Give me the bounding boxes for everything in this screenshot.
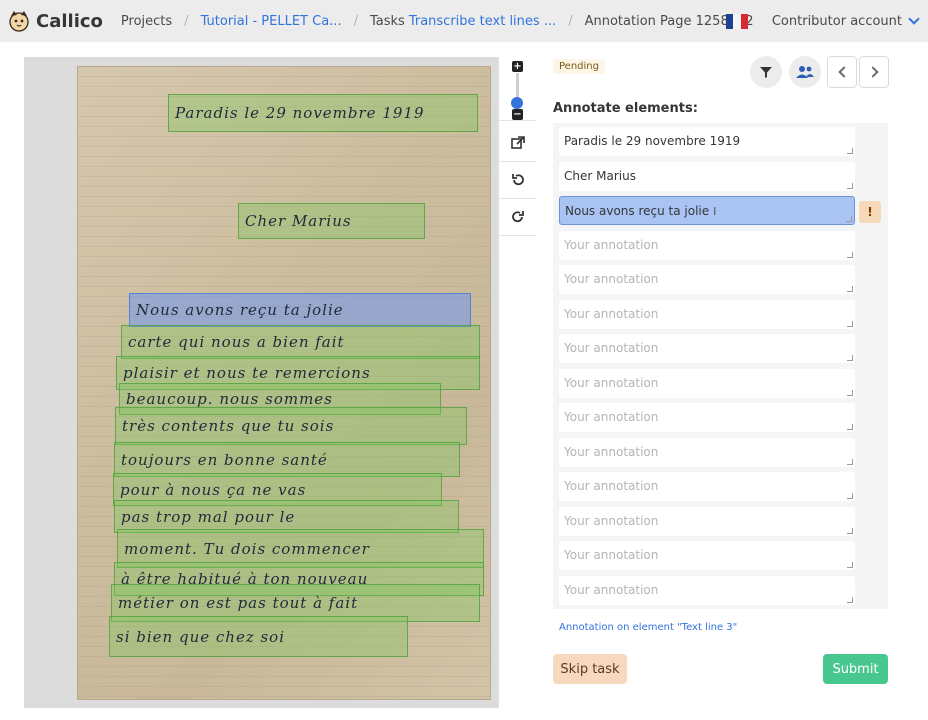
skip-task-button[interactable]: Skip task	[553, 654, 627, 684]
resize-grip-icon[interactable]	[847, 528, 853, 534]
annotation-placeholder: Your annotation	[564, 514, 659, 528]
annotation-input[interactable]: Cher Marius	[559, 162, 855, 191]
account-label: Contributor account	[771, 13, 902, 29]
rotate-right-icon[interactable]	[499, 199, 536, 236]
annotation-list: Paradis le 29 novembre 1919 Cher Marius …	[553, 123, 888, 609]
annotation-input[interactable]: Your annotation	[559, 369, 855, 398]
element-note[interactable]: Annotation on element "Text line 3"	[559, 622, 737, 633]
annotation-placeholder: Your annotation	[564, 272, 659, 286]
image-viewer[interactable]: Paradis le 29 novembre 1919 Cher Marius …	[24, 57, 535, 708]
open-external-icon[interactable]	[499, 125, 536, 162]
chevron-down-icon	[908, 13, 920, 25]
submit-button[interactable]: Submit	[823, 654, 888, 684]
breadcrumb-projects[interactable]: Projects	[121, 14, 172, 29]
zoom-slider[interactable]: + −	[499, 57, 536, 121]
text-line-box[interactable]: Paradis le 29 novembre 1919	[168, 94, 478, 132]
chevron-right-icon	[866, 66, 879, 78]
next-button[interactable]	[859, 56, 889, 88]
breadcrumb-tasks-label: Tasks	[369, 13, 405, 29]
resize-grip-icon[interactable]	[847, 562, 853, 568]
status-badge: Pending	[553, 59, 605, 74]
resize-grip-icon[interactable]	[847, 493, 853, 499]
resize-grip-icon[interactable]	[847, 459, 853, 465]
filter-button[interactable]	[750, 56, 782, 88]
annotation-input[interactable]: Your annotation	[559, 231, 855, 260]
annotation-input[interactable]: Your annotation	[559, 265, 855, 294]
annotation-input[interactable]: Your annotation	[559, 472, 855, 501]
viewer-toolbar: + −	[498, 57, 536, 708]
users-button[interactable]	[789, 56, 821, 88]
text-line-box[interactable]: si bien que chez soi	[109, 616, 408, 657]
zoom-out-icon[interactable]: −	[512, 109, 523, 120]
account-menu[interactable]: Contributor account	[771, 13, 920, 29]
annotation-input[interactable]: Your annotation	[559, 507, 855, 536]
text-line-box-selected[interactable]: Nous avons reçu ta jolie	[129, 293, 471, 327]
annotation-input-active[interactable]: Nous avons reçu ta jolie I	[559, 196, 855, 225]
resize-grip-icon[interactable]	[847, 252, 853, 258]
text-line-box[interactable]: carte qui nous a bien fait	[121, 325, 480, 359]
annotation-placeholder: Your annotation	[564, 307, 659, 321]
annotation-input[interactable]: Your annotation	[559, 300, 855, 329]
annotation-placeholder: Your annotation	[564, 583, 659, 597]
resize-grip-icon[interactable]	[847, 183, 853, 189]
resize-grip-icon[interactable]	[847, 424, 853, 430]
annotation-value: Paradis le 29 novembre 1919	[564, 134, 741, 148]
annotation-value: Nous avons reçu ta jolie	[565, 204, 710, 218]
annotation-input[interactable]: Your annotation	[559, 576, 855, 605]
annotation-input[interactable]: Your annotation	[559, 334, 855, 363]
document-image: Paradis le 29 novembre 1919 Cher Marius …	[77, 66, 491, 700]
callico-logo-icon	[8, 10, 30, 32]
annotation-placeholder: Your annotation	[564, 410, 659, 424]
annotation-input[interactable]: Your annotation	[559, 438, 855, 467]
top-navbar: Callico Projects / Tutorial - PELLET Ca.…	[0, 0, 928, 42]
brand[interactable]: Callico	[8, 0, 103, 42]
chevron-left-icon	[837, 66, 850, 78]
resize-grip-icon[interactable]	[847, 355, 853, 361]
french-flag-icon[interactable]	[725, 13, 748, 29]
text-line-box[interactable]: toujours en bonne santé	[114, 442, 460, 477]
annotate-heading: Annotate elements:	[553, 101, 698, 116]
resize-grip-icon[interactable]	[847, 597, 853, 603]
zoom-handle[interactable]	[511, 97, 523, 109]
breadcrumb-task[interactable]: Transcribe text lines ...	[409, 14, 556, 29]
filter-icon	[760, 67, 772, 78]
annotation-value: Cher Marius	[564, 169, 636, 183]
annotation-placeholder: Your annotation	[564, 376, 659, 390]
text-cursor-icon: I	[713, 205, 717, 218]
previous-button[interactable]	[827, 56, 857, 88]
resize-grip-icon[interactable]	[847, 286, 853, 292]
text-line-box[interactable]: très contents que tu sois	[115, 407, 467, 445]
annotation-placeholder: Your annotation	[564, 479, 659, 493]
breadcrumb-separator: /	[568, 13, 573, 29]
brand-name: Callico	[36, 10, 103, 32]
breadcrumb-project[interactable]: Tutorial - PELLET Ca...	[201, 14, 342, 29]
annotation-input[interactable]: Paradis le 29 novembre 1919	[559, 127, 855, 156]
resize-grip-icon[interactable]	[847, 321, 853, 327]
users-icon	[796, 66, 814, 78]
text-line-box[interactable]: Cher Marius	[238, 203, 425, 239]
annotation-placeholder: Your annotation	[564, 238, 659, 252]
resize-grip-icon[interactable]	[846, 216, 852, 222]
resize-grip-icon[interactable]	[847, 390, 853, 396]
annotation-input[interactable]: Your annotation	[559, 403, 855, 432]
warning-icon[interactable]: !	[859, 201, 881, 223]
annotation-placeholder: Your annotation	[564, 445, 659, 459]
breadcrumb-separator: /	[353, 13, 358, 29]
annotation-placeholder: Your annotation	[564, 548, 659, 562]
annotation-input[interactable]: Your annotation	[559, 541, 855, 570]
breadcrumb-separator: /	[184, 13, 189, 29]
annotation-placeholder: Your annotation	[564, 341, 659, 355]
zoom-in-icon[interactable]: +	[512, 61, 523, 72]
resize-grip-icon[interactable]	[847, 148, 853, 154]
breadcrumb: Projects / Tutorial - PELLET Ca... / Tas…	[121, 14, 754, 29]
rotate-left-icon[interactable]	[499, 162, 536, 199]
